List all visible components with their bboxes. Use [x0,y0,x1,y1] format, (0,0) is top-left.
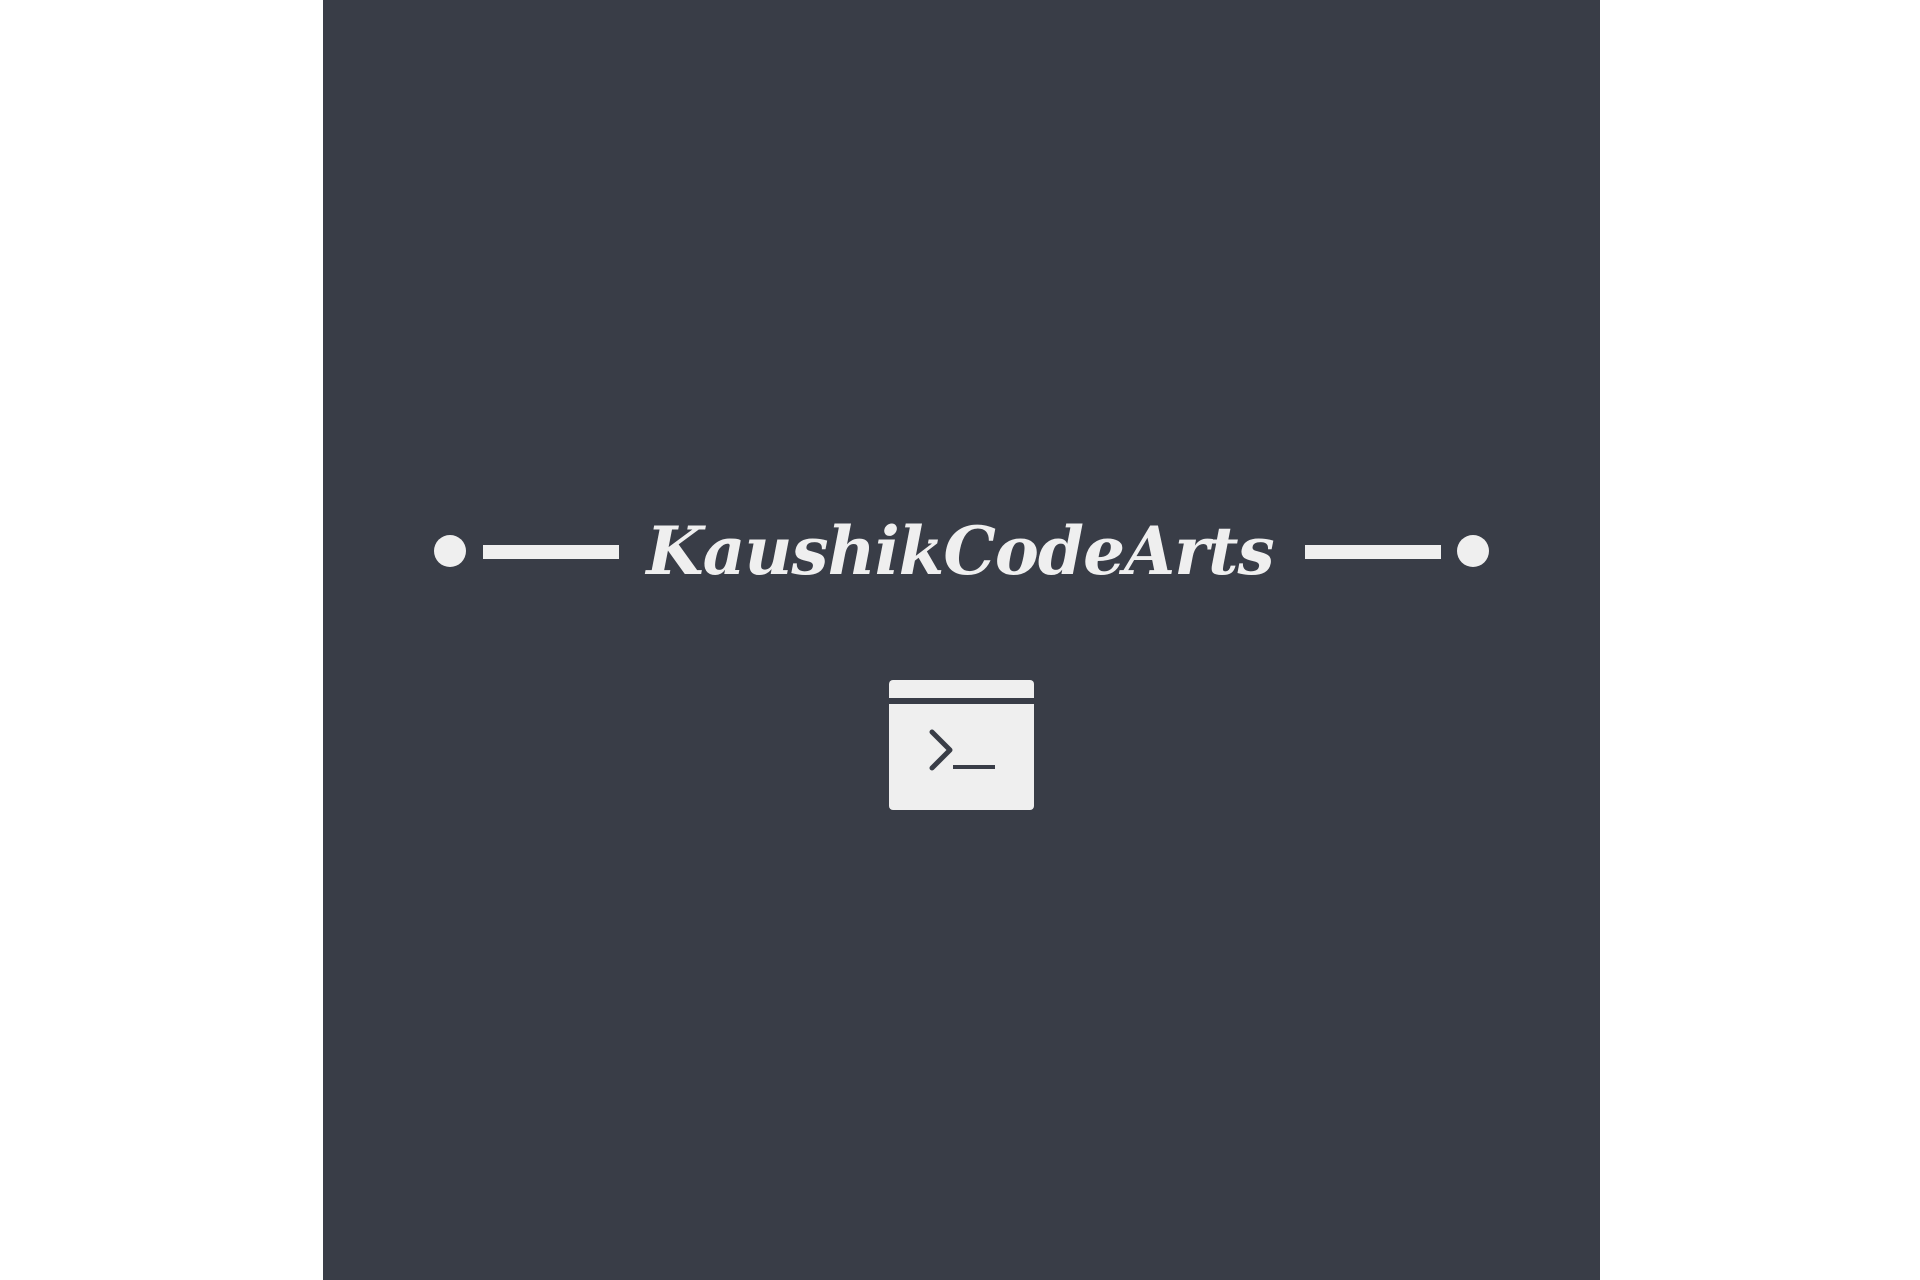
right-dot-ornament [1457,535,1489,567]
logo-panel: KaushikCodeArts [323,0,1600,1280]
left-rule-ornament [483,545,619,559]
terminal-window-icon [889,680,1034,810]
page: KaushikCodeArts [0,0,1920,1280]
right-rule-ornament [1305,545,1441,559]
brand-title: KaushikCodeArts [646,512,1274,590]
left-dot-ornament [434,535,466,567]
